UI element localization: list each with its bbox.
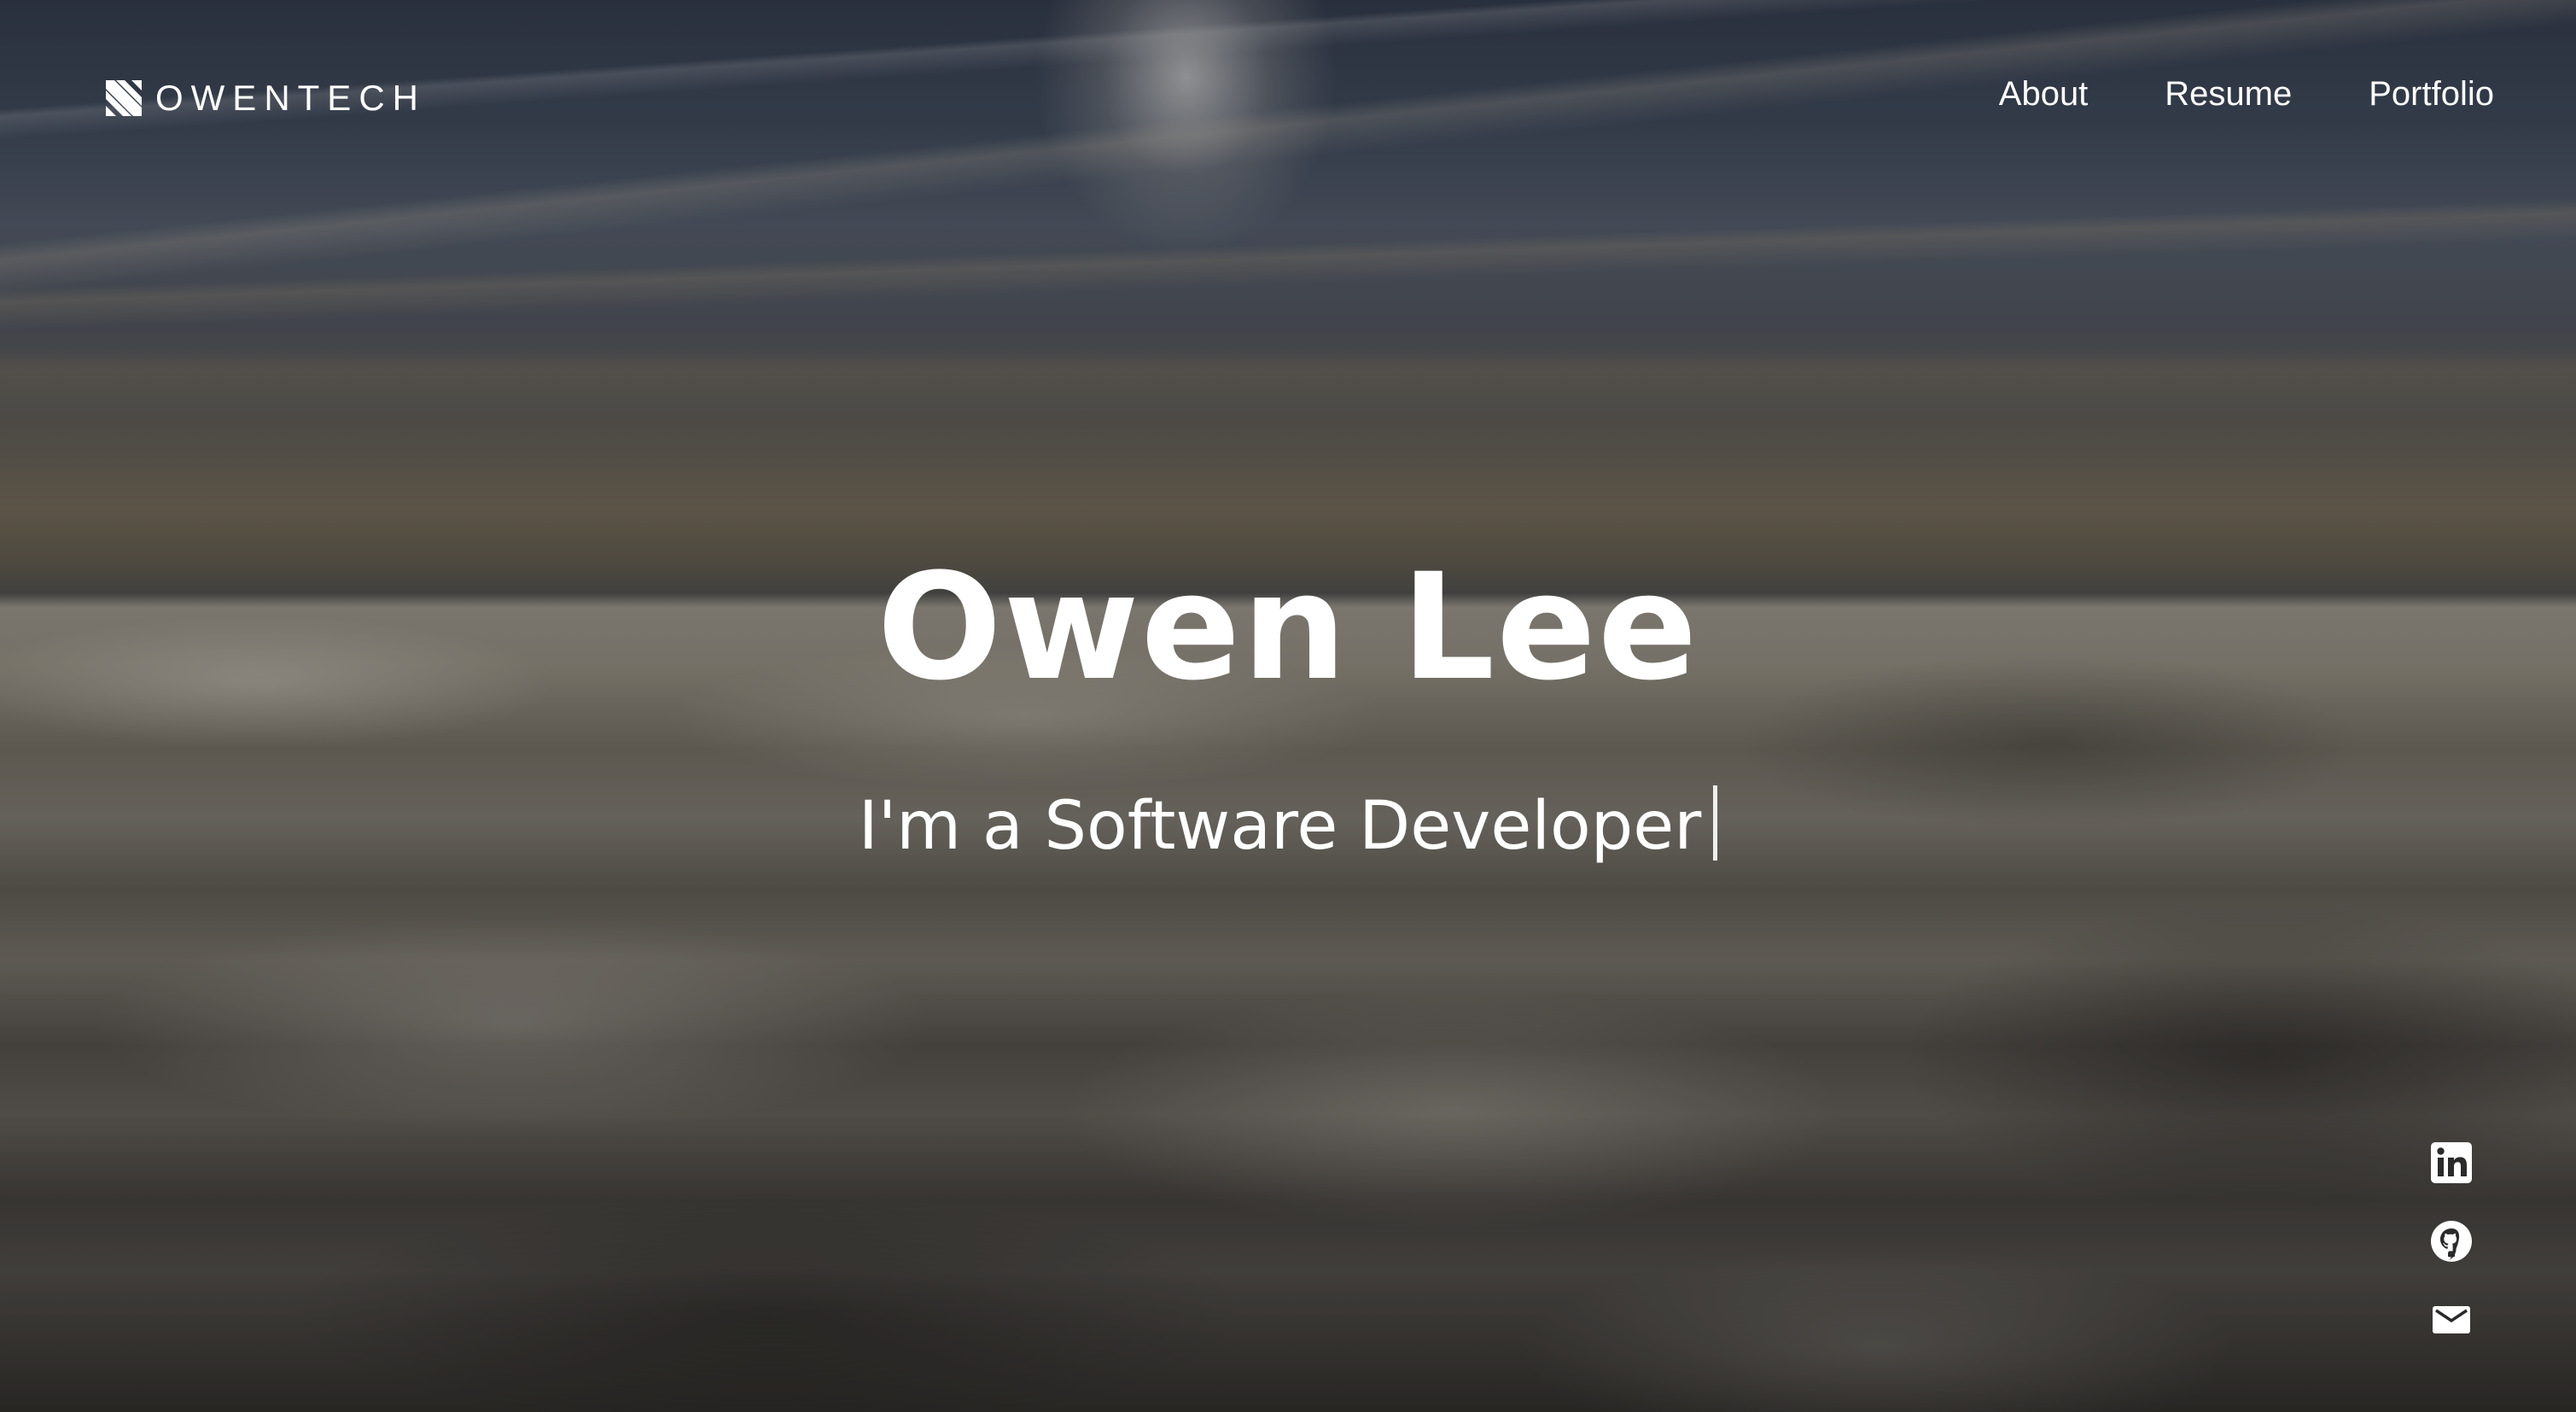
brand-home-link[interactable]: OWENTECH [106,80,426,116]
linkedin-link[interactable] [2429,1141,2474,1185]
main-nav: About Resume Portfolio [1999,70,2494,118]
hero-name: Owen Lee [877,541,1699,713]
social-links [2429,1141,2474,1342]
typing-cursor [1713,785,1718,861]
mail-icon [2433,1306,2470,1333]
github-icon [2431,1221,2472,1262]
tagline-text: I'm a Software Developer [858,788,1702,865]
linkedin-icon [2431,1142,2472,1183]
email-link[interactable] [2429,1298,2474,1342]
hero-section: OWENTECH About Resume Portfolio Owen Lee… [0,0,2576,1412]
brand-logo-icon [106,80,142,116]
brand-name: OWENTECH [155,78,426,118]
hero-tagline: I'm a Software Developer [0,784,2576,869]
github-link[interactable] [2429,1219,2474,1263]
nav-link-resume[interactable]: Resume [2165,70,2292,118]
nav-link-portfolio[interactable]: Portfolio [2369,70,2494,118]
nav-link-about[interactable]: About [1999,70,2089,118]
